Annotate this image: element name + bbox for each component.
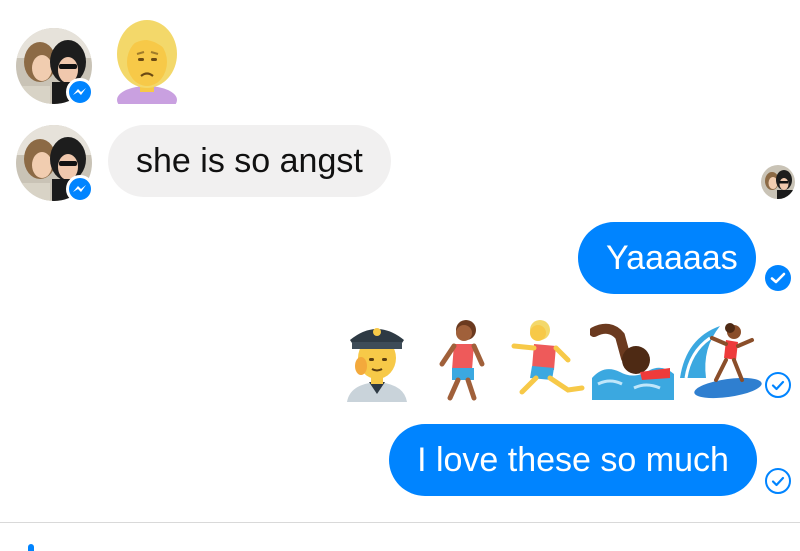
check-outline-icon — [765, 468, 791, 494]
person-running-emoji — [506, 316, 590, 402]
messenger-badge-icon — [66, 175, 94, 203]
messenger-badge-icon — [66, 78, 94, 106]
outgoing-message-bubble[interactable]: I love these so much — [389, 424, 757, 496]
person-surfing-emoji — [676, 318, 764, 402]
check-outline-icon — [765, 372, 791, 398]
composer-cursor[interactable] — [28, 544, 34, 551]
person-swimming-emoji — [589, 320, 676, 400]
incoming-message-bubble[interactable]: she is so angst — [108, 125, 391, 197]
person-frowning-emoji — [110, 16, 184, 114]
outgoing-message-bubble[interactable]: Yaaaaas — [578, 222, 756, 294]
composer-divider — [0, 522, 800, 523]
police-officer-emoji — [342, 316, 412, 402]
check-circle-icon — [765, 265, 791, 291]
person-walking-emoji — [428, 316, 494, 402]
read-receipt-avatar — [761, 165, 795, 199]
